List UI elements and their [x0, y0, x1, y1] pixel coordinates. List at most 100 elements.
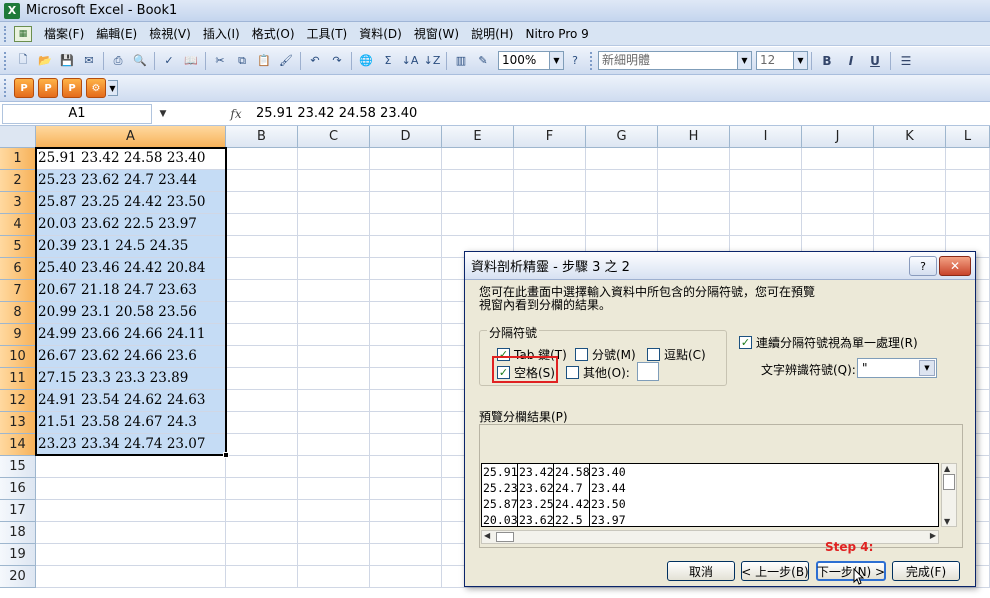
autosum-icon[interactable]: Σ [379, 52, 397, 70]
worksheet-cell[interactable]: 26.67 23.62 24.66 23.6 [36, 346, 226, 368]
worksheet-cell[interactable] [298, 500, 370, 522]
worksheet-cell[interactable] [370, 500, 442, 522]
nitro-create-pdf-icon[interactable]: P [14, 78, 34, 98]
worksheet-cell[interactable] [370, 544, 442, 566]
insert-function-icon[interactable]: fx [220, 107, 252, 121]
worksheet-cell[interactable] [370, 412, 442, 434]
worksheet-cell[interactable] [226, 522, 298, 544]
worksheet-cell[interactable] [514, 192, 586, 214]
save-icon[interactable]: 💾 [58, 52, 76, 70]
worksheet-cell[interactable] [298, 280, 370, 302]
worksheet-cell[interactable] [442, 192, 514, 214]
worksheet-cell[interactable] [874, 148, 946, 170]
worksheet-cell[interactable] [370, 390, 442, 412]
font-size-input[interactable]: 12 [756, 51, 794, 70]
toolbar-grip-handle[interactable] [4, 51, 8, 70]
column-header-l[interactable]: L [946, 126, 990, 148]
worksheet-cell[interactable] [874, 214, 946, 236]
worksheet-cell[interactable]: 25.87 23.25 24.42 23.50 [36, 192, 226, 214]
worksheet-cell[interactable] [226, 500, 298, 522]
worksheet-cell[interactable] [370, 324, 442, 346]
worksheet-cell[interactable] [370, 214, 442, 236]
undo-icon[interactable]: ↶ [306, 52, 324, 70]
worksheet-cell[interactable] [370, 434, 442, 456]
worksheet-cell[interactable] [226, 368, 298, 390]
menu-tools[interactable]: 工具(T) [301, 24, 354, 44]
worksheet-cell[interactable] [298, 192, 370, 214]
worksheet-cell[interactable] [36, 500, 226, 522]
dialog-help-button[interactable]: ? [909, 256, 937, 276]
row-header[interactable]: 1 [0, 148, 36, 170]
worksheet-cell[interactable] [730, 214, 802, 236]
row-header[interactable]: 13 [0, 412, 36, 434]
worksheet-cell[interactable] [36, 544, 226, 566]
chart-wizard-icon[interactable]: ▥ [452, 52, 470, 70]
column-header-b[interactable]: B [226, 126, 298, 148]
worksheet-cell[interactable]: 24.99 23.66 24.66 24.11 [36, 324, 226, 346]
worksheet-cell[interactable] [226, 478, 298, 500]
menu-help[interactable]: 說明(H) [465, 24, 519, 44]
worksheet-cell[interactable] [226, 214, 298, 236]
worksheet-cell[interactable] [946, 170, 990, 192]
row-header[interactable]: 2 [0, 170, 36, 192]
name-box-dropdown-icon[interactable]: ▼ [154, 104, 172, 124]
fill-handle[interactable] [223, 452, 229, 458]
name-box[interactable]: A1 [2, 103, 152, 124]
worksheet-cell[interactable]: 20.67 21.18 24.7 23.63 [36, 280, 226, 302]
row-header[interactable]: 7 [0, 280, 36, 302]
worksheet-cell[interactable] [298, 478, 370, 500]
other-checkbox[interactable]: 其他(O): [566, 364, 630, 381]
permission-icon[interactable]: ✉ [80, 52, 98, 70]
worksheet-cell[interactable] [298, 434, 370, 456]
cancel-button[interactable]: 取消 [667, 561, 735, 581]
worksheet-cell[interactable] [370, 368, 442, 390]
worksheet-cell[interactable] [226, 236, 298, 258]
worksheet-cell[interactable] [874, 170, 946, 192]
row-header[interactable]: 12 [0, 390, 36, 412]
worksheet-cell[interactable]: 21.51 23.58 24.67 24.3 [36, 412, 226, 434]
worksheet-cell[interactable] [442, 214, 514, 236]
worksheet-cell[interactable] [370, 456, 442, 478]
worksheet-cell[interactable] [658, 192, 730, 214]
menu-format[interactable]: 格式(O) [246, 24, 301, 44]
cut-icon[interactable]: ✂ [211, 52, 229, 70]
worksheet-cell[interactable] [658, 170, 730, 192]
scroll-right-icon[interactable]: ▶ [930, 531, 936, 540]
column-header-i[interactable]: I [730, 126, 802, 148]
row-header[interactable]: 19 [0, 544, 36, 566]
worksheet-cell[interactable] [226, 192, 298, 214]
worksheet-cell[interactable] [370, 192, 442, 214]
worksheet-cell[interactable] [226, 412, 298, 434]
worksheet-cell[interactable] [442, 148, 514, 170]
worksheet-cell[interactable] [370, 148, 442, 170]
worksheet-cell[interactable] [226, 302, 298, 324]
worksheet-cell[interactable] [730, 170, 802, 192]
worksheet-cell[interactable] [298, 368, 370, 390]
print-preview-icon[interactable]: 🔍 [131, 52, 149, 70]
worksheet-cell[interactable] [370, 522, 442, 544]
sort-ascending-icon[interactable]: ↓A [401, 52, 419, 70]
worksheet-cell[interactable] [226, 456, 298, 478]
next-button[interactable]: 下一步(N) > [816, 561, 886, 581]
worksheet-cell[interactable] [226, 170, 298, 192]
column-header-e[interactable]: E [442, 126, 514, 148]
worksheet-cell[interactable] [514, 170, 586, 192]
row-header[interactable]: 4 [0, 214, 36, 236]
zoom-dropdown-icon[interactable]: ▼ [550, 51, 564, 70]
worksheet-cell[interactable] [226, 258, 298, 280]
worksheet-cell[interactable]: 25.23 23.62 24.7 23.44 [36, 170, 226, 192]
worksheet-cell[interactable] [36, 478, 226, 500]
research-icon[interactable]: 📖 [182, 52, 200, 70]
font-size-dropdown-icon[interactable]: ▼ [794, 51, 808, 70]
worksheet-cell[interactable] [226, 324, 298, 346]
worksheet-cell[interactable] [370, 258, 442, 280]
worksheet-cell[interactable] [514, 148, 586, 170]
worksheet-cell[interactable] [298, 258, 370, 280]
row-header[interactable]: 8 [0, 302, 36, 324]
worksheet-cell[interactable] [802, 148, 874, 170]
worksheet-cell[interactable] [946, 148, 990, 170]
column-header-f[interactable]: F [514, 126, 586, 148]
worksheet-cell[interactable] [226, 566, 298, 588]
other-delimiter-input[interactable] [637, 362, 659, 381]
worksheet-cell[interactable] [586, 170, 658, 192]
